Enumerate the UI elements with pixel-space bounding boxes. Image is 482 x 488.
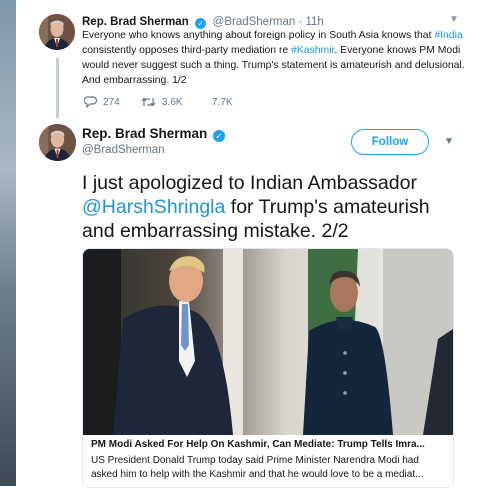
author-handle[interactable]: @BradSherman	[82, 144, 165, 156]
author-name-row: Rep. Brad Sherman ✓	[82, 126, 227, 142]
card-title[interactable]: PM Modi Asked For Help On Kashmir, Can M…	[91, 438, 446, 452]
thread-connector	[56, 58, 59, 118]
card-text: PM Modi Asked For Help On Kashmir, Can M…	[91, 438, 446, 482]
tweet-text: Everyone who knows anything about foreig…	[82, 28, 467, 88]
author-name[interactable]: Rep. Brad Sherman	[82, 126, 207, 141]
reply-button[interactable]: 274	[84, 96, 120, 108]
like-icon	[205, 96, 206, 108]
mention-link[interactable]: @HarshShringla	[82, 196, 225, 218]
hashtag-link[interactable]: #Kashmir	[291, 45, 334, 56]
tweet-text-segment: consistently opposes third-party mediati…	[82, 45, 292, 56]
author-handle-time[interactable]: @BradSherman · 11h	[213, 16, 324, 28]
avatar[interactable]	[39, 124, 76, 161]
tweet-text: I just apologized to Indian Ambassador @…	[82, 171, 462, 243]
reply-count: 274	[103, 96, 120, 108]
tweet-text-segment: Everyone who knows anything about foreig…	[82, 30, 435, 41]
retweet-icon	[141, 97, 156, 107]
background-strip	[0, 0, 16, 486]
tweet-text-segment: I just apologized to Indian Ambassador	[82, 172, 417, 194]
chevron-down-icon[interactable]: ▼	[449, 14, 459, 25]
hashtag-link[interactable]: #India	[434, 30, 462, 41]
like-count: 7.7K	[212, 96, 233, 108]
verified-badge-icon: ✓	[213, 130, 226, 142]
retweet-count: 3.6K	[162, 96, 183, 108]
card-description: US President Donald Trump today said Pri…	[91, 455, 424, 480]
chevron-down-icon[interactable]: ▼	[444, 136, 454, 147]
author-name[interactable]: Rep. Brad Sherman	[82, 16, 189, 28]
avatar[interactable]	[39, 14, 75, 50]
follow-button[interactable]: Follow	[351, 129, 429, 155]
retweet-button[interactable]: 3.6K	[141, 96, 183, 108]
link-preview-card[interactable]: PM Modi Asked For Help On Kashmir, Can M…	[82, 248, 454, 488]
like-button[interactable]: 7.7K	[205, 96, 233, 108]
card-photo	[83, 249, 453, 435]
reply-icon	[84, 96, 97, 108]
